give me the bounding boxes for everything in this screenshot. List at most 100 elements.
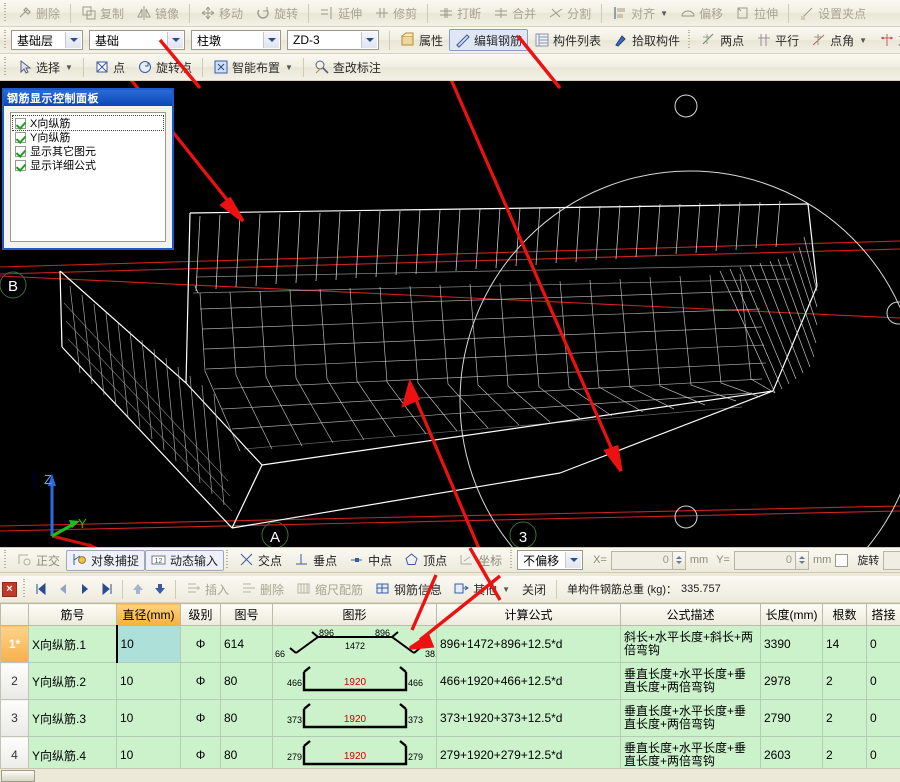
ortho-toggle[interactable]: 正交	[11, 550, 66, 571]
stretch-button[interactable]: 拉伸	[729, 2, 784, 24]
break-button[interactable]: 打断	[432, 2, 487, 24]
cell-shape[interactable]: 373 373 1920	[273, 700, 437, 737]
toolbar-grip[interactable]	[2, 550, 8, 570]
perpendicular-snap-toggle[interactable]: 垂点	[288, 550, 343, 571]
properties-button[interactable]: 属性	[394, 29, 449, 51]
chevron-down-icon[interactable]: ▼	[859, 36, 867, 45]
trim-button[interactable]: 修剪	[368, 2, 423, 24]
offset-button[interactable]: 偏移	[674, 2, 729, 24]
rebar-option-x-longitudinal[interactable]: X向纵筋	[13, 116, 163, 130]
pick-member-button[interactable]: 拾取构件	[607, 29, 686, 51]
chevron-down-icon[interactable]	[65, 32, 81, 48]
chevron-down-icon[interactable]	[167, 32, 183, 48]
rebar-display-panel[interactable]: 钢筋显示控制面板 X向纵筋 Y向纵筋 显示其它图元 显示详细公式	[2, 88, 174, 250]
cell-count[interactable]: 2	[823, 700, 867, 737]
midpoint-snap-toggle[interactable]: 中点	[343, 550, 398, 571]
cell-lap[interactable]: 0	[867, 663, 900, 700]
mirror-button[interactable]: 镜像	[130, 2, 185, 24]
insert-row-button[interactable]: 插入	[180, 578, 235, 600]
table-row[interactable]: 3 Y向纵筋.3 10 Φ 80 373 373 1920	[1, 700, 900, 737]
column-header-shape[interactable]: 图形	[273, 604, 437, 626]
column-header-length[interactable]: 长度(mm)	[761, 604, 823, 626]
checkbox[interactable]	[15, 118, 26, 129]
vertex-snap-toggle[interactable]: 顶点	[398, 550, 453, 571]
column-header-fig-no[interactable]: 图号	[221, 604, 273, 626]
cell-length[interactable]: 3390	[761, 626, 823, 663]
rebar-option-show-detailed-formula[interactable]: 显示详细公式	[13, 158, 163, 172]
toolbar-grip[interactable]	[508, 550, 514, 570]
object-snap-toggle[interactable]: 对象捕捉	[66, 550, 145, 571]
toolbar-grip[interactable]	[224, 550, 230, 570]
rebar-table[interactable]: 筋号 直径(mm) 级别 图号 图形 计算公式 公式描述 长度(mm) 根数 搭…	[0, 603, 900, 782]
select-tool-button[interactable]: 选择 ▼	[11, 56, 79, 78]
offset-mode-combo[interactable]: 不偏移	[517, 550, 583, 570]
move-down-button[interactable]	[149, 579, 171, 599]
cell-formula[interactable]: 896+1472+896+12.5*d	[437, 626, 621, 663]
first-record-button[interactable]	[30, 579, 52, 599]
member-type-combo[interactable]: 柱墩	[191, 30, 281, 50]
member-list-button[interactable]: 构件列表	[528, 29, 607, 51]
rebar-option-show-other-elements[interactable]: 显示其它图元	[13, 144, 163, 158]
close-icon[interactable]: ×	[2, 582, 17, 597]
axis-parallel-button[interactable]: 平行	[750, 29, 805, 51]
cell-description[interactable]: 垂直长度+水平长度+垂直长度+两倍弯钩	[621, 663, 761, 700]
next-record-button[interactable]	[74, 579, 96, 599]
rotate-point-button[interactable]: 旋转点	[131, 56, 198, 78]
column-header-lap[interactable]: 搭接	[867, 604, 900, 626]
cell-rebar-name[interactable]: X向纵筋.1	[29, 626, 117, 663]
cell-grade[interactable]: Φ	[181, 663, 221, 700]
cell-description[interactable]: 垂直长度+水平长度+垂直长度+两倍弯钩	[621, 700, 761, 737]
cell-length[interactable]: 2978	[761, 663, 823, 700]
cell-fig-no[interactable]: 614	[221, 626, 273, 663]
y-coordinate-spinner[interactable]	[796, 551, 809, 570]
axis-three-point-button[interactable]: 三点辅轴 ▼	[873, 29, 900, 51]
smart-layout-button[interactable]: 智能布置 ▼	[207, 56, 299, 78]
cell-rebar-name[interactable]: Y向纵筋.2	[29, 663, 117, 700]
cell-length[interactable]: 2790	[761, 700, 823, 737]
checkbox[interactable]	[15, 146, 26, 157]
x-coordinate-spinner[interactable]	[673, 551, 686, 570]
chevron-down-icon[interactable]	[263, 32, 279, 48]
split-button[interactable]: 分割	[542, 2, 597, 24]
point-tool-button[interactable]: 点	[88, 56, 131, 78]
cell-grade[interactable]: Φ	[181, 626, 221, 663]
checkbox[interactable]	[15, 132, 26, 143]
horizontal-scrollbar[interactable]	[0, 768, 900, 782]
last-record-button[interactable]	[96, 579, 118, 599]
row-index[interactable]: 2	[1, 663, 29, 700]
chevron-down-icon[interactable]: ▼	[502, 585, 510, 594]
move-up-button[interactable]	[127, 579, 149, 599]
column-header-grade[interactable]: 级别	[181, 604, 221, 626]
prev-record-button[interactable]	[52, 579, 74, 599]
row-selector-header[interactable]	[1, 604, 29, 626]
scrollbar-thumb[interactable]	[1, 770, 35, 782]
rotate-button[interactable]: 旋转	[249, 2, 304, 24]
edit-rebar-button[interactable]: 编辑钢筋	[449, 29, 528, 51]
grip-point-button[interactable]: 设置夹点	[793, 2, 872, 24]
cell-fig-no[interactable]: 80	[221, 700, 273, 737]
chevron-down-icon[interactable]: ▼	[285, 63, 293, 72]
column-header-name[interactable]: 筋号	[29, 604, 117, 626]
cell-diameter[interactable]: 10	[117, 700, 181, 737]
other-menu-button[interactable]: 其他 ▼	[448, 578, 516, 600]
row-index[interactable]: 3	[1, 700, 29, 737]
cell-shape[interactable]: 38.66 38.66 896 896 1472	[273, 626, 437, 663]
cell-grade[interactable]: Φ	[181, 700, 221, 737]
move-button[interactable]: 移动	[194, 2, 249, 24]
x-coordinate-input[interactable]: 0	[611, 551, 673, 570]
copy-button[interactable]: 复制	[75, 2, 130, 24]
delete-row-button[interactable]: 删除	[235, 578, 290, 600]
chevron-down-icon[interactable]	[361, 32, 377, 48]
merge-button[interactable]: 合并	[487, 2, 542, 24]
column-header-description[interactable]: 公式描述	[621, 604, 761, 626]
edit-annotation-button[interactable]: 查改标注	[308, 56, 387, 78]
column-header-count[interactable]: 根数	[823, 604, 867, 626]
cell-formula[interactable]: 373+1920+373+12.5*d	[437, 700, 621, 737]
rotate-checkbox[interactable]	[835, 554, 848, 567]
category-combo[interactable]: 基础	[89, 30, 185, 50]
cell-lap[interactable]: 0	[867, 700, 900, 737]
axis-two-point-button[interactable]: 两点	[695, 29, 750, 51]
floor-combo[interactable]: 基础层	[11, 30, 83, 50]
y-coordinate-input[interactable]: 0	[734, 551, 796, 570]
align-button[interactable]: 对齐 ▼	[606, 2, 674, 24]
